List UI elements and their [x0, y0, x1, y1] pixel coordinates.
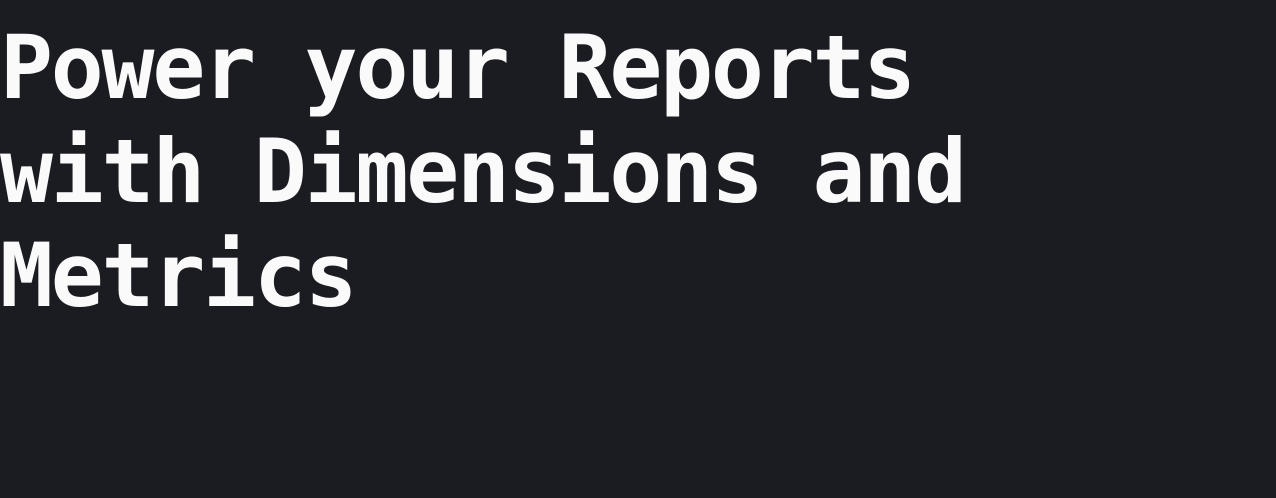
page-title: Power your Reports with Dimensions and M… [0, 16, 1230, 328]
title-line-1: Power your Reports [0, 16, 916, 119]
title-line-3: Metrics [0, 224, 358, 327]
title-line-2: with Dimensions and [0, 120, 967, 223]
hero-section: Power your Reports with Dimensions and M… [0, 0, 1276, 498]
